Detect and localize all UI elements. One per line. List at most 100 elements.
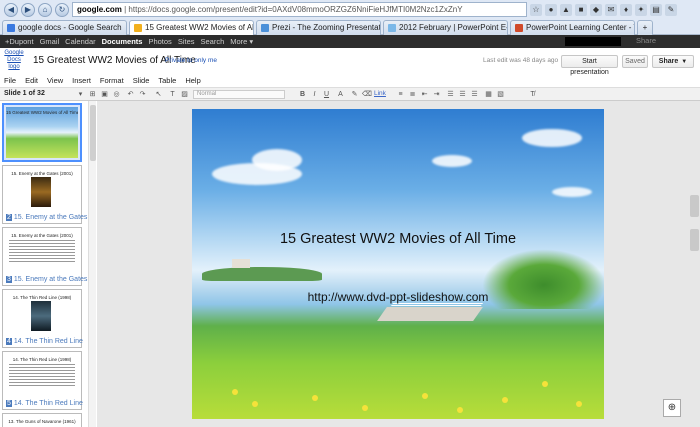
menu-slide[interactable]: Slide bbox=[133, 76, 150, 85]
new-tab-button[interactable]: + bbox=[637, 20, 653, 35]
tab-current-presentation[interactable]: 15 Greatest WW2 Movies of All... × bbox=[129, 20, 254, 35]
text-box-icon[interactable]: T bbox=[168, 90, 177, 99]
thumbnail-label-text: 14. The Thin Red Line bbox=[13, 400, 83, 407]
scrollbar-thumb[interactable] bbox=[90, 105, 96, 161]
extension-icon-2[interactable]: ▲ bbox=[560, 3, 572, 16]
forward-icon[interactable]: ▶ bbox=[21, 2, 35, 17]
align-right-icon[interactable]: ☰ bbox=[470, 90, 479, 99]
extension-icon-3[interactable]: ■ bbox=[575, 3, 587, 16]
wrench-icon[interactable]: ✎ bbox=[665, 3, 677, 16]
align-center-icon[interactable]: ☰ bbox=[458, 90, 467, 99]
new-slide-icon[interactable]: ⊞ bbox=[88, 90, 97, 99]
url-text: https://docs.google.com/present/edit?id=… bbox=[128, 5, 463, 14]
theme-icon[interactable]: ▧ bbox=[496, 90, 505, 99]
start-presentation-button[interactable]: Start presentation bbox=[561, 55, 618, 76]
background-icon[interactable]: ▦ bbox=[484, 90, 493, 99]
saved-button[interactable]: Saved bbox=[622, 55, 648, 68]
gbar-item-sites[interactable]: Sites bbox=[178, 37, 195, 46]
scrollbar-thumb[interactable] bbox=[690, 229, 699, 251]
slide-thumbnail-1[interactable]: 15 Greatest WW2 Movies of All Time bbox=[2, 103, 82, 162]
address-bar[interactable]: google.com | https://docs.google.com/pre… bbox=[72, 2, 527, 17]
flower-shape bbox=[252, 401, 258, 407]
cursor-icon[interactable]: ↖ bbox=[154, 90, 163, 99]
decrease-indent-icon[interactable]: ⇤ bbox=[420, 90, 429, 99]
text-color-icon[interactable]: A bbox=[336, 90, 345, 99]
slide-title[interactable]: 15 Greatest WW2 Movies of All Time bbox=[192, 231, 604, 247]
style-select[interactable]: Normal bbox=[193, 90, 285, 99]
link-button[interactable]: Link bbox=[374, 90, 386, 97]
thumbnail-image: 13. The Guns of Navarone (1961) bbox=[5, 416, 79, 427]
home-icon[interactable]: ⌂ bbox=[38, 2, 52, 17]
menu-format[interactable]: Format bbox=[100, 76, 124, 85]
gbar-item-profile[interactable]: +Dupont bbox=[5, 37, 34, 46]
page-icon[interactable]: ▤ bbox=[650, 3, 662, 16]
menu-insert[interactable]: Insert bbox=[72, 76, 91, 85]
close-tab-icon[interactable]: × bbox=[125, 21, 126, 35]
movie-poster-image bbox=[31, 301, 51, 331]
save-icon[interactable]: ▣ bbox=[100, 90, 109, 99]
bold-icon[interactable]: B bbox=[298, 90, 307, 99]
menu-view[interactable]: View bbox=[47, 76, 63, 85]
thumbnail-label: 3 15. Enemy at the Gates bbox=[6, 276, 87, 283]
tab-powerpoint-learning-center[interactable]: PowerPoint Learning Center - Ti... × bbox=[510, 20, 635, 35]
last-edit-status[interactable]: Last edit was 48 days ago bbox=[483, 57, 558, 64]
gbar-item-photos[interactable]: Photos bbox=[148, 37, 171, 46]
bulleted-list-icon[interactable]: ≣ bbox=[408, 90, 417, 99]
scrollbar-thumb[interactable] bbox=[690, 195, 699, 217]
refresh-icon[interactable]: ↻ bbox=[55, 2, 69, 17]
prev-slide-icon[interactable]: ▾ bbox=[76, 90, 85, 99]
align-left-icon[interactable]: ☰ bbox=[446, 90, 455, 99]
gbar-item-search[interactable]: Search bbox=[201, 37, 225, 46]
filmstrip-scrollbar[interactable] bbox=[88, 101, 96, 427]
tab-google-search[interactable]: google docs - Google Search × bbox=[2, 20, 127, 35]
slide-thumbnail-5[interactable]: 14. The Thin Red Line (1998) 5 14. The T… bbox=[2, 351, 83, 410]
flower-shape bbox=[362, 405, 368, 411]
menu-table[interactable]: Table bbox=[158, 76, 176, 85]
redo-icon[interactable]: ↷ bbox=[138, 90, 147, 99]
canvas-scrollbar[interactable] bbox=[690, 195, 699, 255]
erase-icon[interactable]: ⌫ bbox=[362, 90, 372, 99]
gbar-share[interactable]: Share bbox=[636, 36, 656, 45]
thumbnail-title: 13. The Guns of Navarone (1961) bbox=[8, 419, 76, 424]
extension-icon-4[interactable]: ◆ bbox=[590, 3, 602, 16]
star-icon[interactable]: ☆ bbox=[530, 3, 542, 16]
gbar-item-documents[interactable]: Documents bbox=[102, 37, 143, 46]
slide-url[interactable]: http://www.dvd-ppt-slideshow.com bbox=[192, 290, 604, 304]
slide-thumbnail-6[interactable]: 13. The Guns of Navarone (1961) bbox=[2, 413, 82, 427]
share-button[interactable]: Share ▼ bbox=[652, 55, 694, 68]
print-icon[interactable]: ◎ bbox=[112, 90, 121, 99]
tab-strip: google docs - Google Search × 15 Greates… bbox=[0, 19, 700, 35]
slide-thumbnail-2[interactable]: 15. Enemy at the Gates (2001) 2 15. Enem… bbox=[2, 165, 87, 224]
tab-prezi[interactable]: Prezi - The Zooming Presentati... × bbox=[256, 20, 381, 35]
gbar-item-more[interactable]: More ▾ bbox=[230, 37, 253, 46]
numbered-list-icon[interactable]: ≡ bbox=[396, 90, 405, 99]
menu-edit[interactable]: Edit bbox=[25, 76, 38, 85]
current-slide[interactable]: 15 Greatest WW2 Movies of All Time http:… bbox=[192, 109, 604, 419]
underline-icon[interactable]: U bbox=[322, 90, 331, 99]
google-docs-logo[interactable]: Google Docs logo bbox=[4, 50, 24, 71]
highlight-icon[interactable]: ✎ bbox=[350, 90, 359, 99]
back-icon[interactable]: ◀ bbox=[4, 2, 18, 17]
extension-icon-6[interactable]: ♦ bbox=[620, 3, 632, 16]
extension-icon-5[interactable]: ✉ bbox=[605, 3, 617, 16]
speaker-notes-toggle[interactable]: ⊕ bbox=[663, 399, 681, 417]
gbar-item-gmail[interactable]: Gmail bbox=[40, 37, 60, 46]
slide-thumbnail-4[interactable]: 14. The Thin Red Line (1998) 4 14. The T… bbox=[2, 289, 83, 348]
thumbnail-label-text: 15. Enemy at the Gates bbox=[13, 214, 88, 221]
increase-indent-icon[interactable]: ⇥ bbox=[432, 90, 441, 99]
undo-icon[interactable]: ↶ bbox=[126, 90, 135, 99]
privacy-link[interactable]: Private to only me bbox=[165, 57, 217, 64]
menu-file[interactable]: File bbox=[4, 76, 16, 85]
extension-icon-7[interactable]: ✦ bbox=[635, 3, 647, 16]
menu-help[interactable]: Help bbox=[185, 76, 200, 85]
clear-format-icon[interactable]: T̸ bbox=[528, 90, 537, 99]
tab-powerpoint-elearning[interactable]: 2012 February | PowerPoint E-le... × bbox=[383, 20, 508, 35]
italic-icon[interactable]: I bbox=[310, 90, 319, 99]
new-tab-label: + bbox=[642, 23, 648, 32]
gbar-item-calendar[interactable]: Calendar bbox=[65, 37, 95, 46]
movie-poster-image bbox=[31, 177, 51, 207]
flower-shape bbox=[542, 381, 548, 387]
image-icon[interactable]: ▨ bbox=[180, 90, 189, 99]
extension-icon-1[interactable]: ● bbox=[545, 3, 557, 16]
slide-thumbnail-3[interactable]: 15. Enemy at the Gates (2001) 3 15. Enem… bbox=[2, 227, 87, 286]
